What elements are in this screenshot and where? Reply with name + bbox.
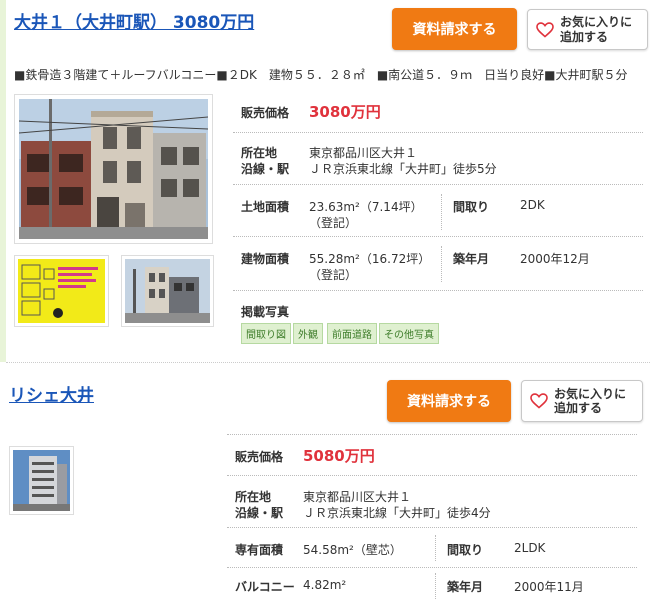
- location-value: 東京都品川区大井１: [303, 490, 412, 504]
- add-favorite-label: お気に入りに 追加する: [554, 386, 627, 415]
- listing-accent-bar: [0, 0, 6, 362]
- listing-title-link[interactable]: 大井１（大井町駅） 3080万円: [14, 8, 254, 33]
- photo-tag-front-road[interactable]: 前面道路: [327, 323, 377, 344]
- building-area-label: 建物面積: [241, 252, 290, 266]
- listing-card: 大井１（大井町駅） 3080万円 資料請求する お気に入りに 追加する ■鉄骨造…: [0, 0, 658, 362]
- balcony-value: 4.82m²: [303, 578, 347, 592]
- floor-plan-thumbnail[interactable]: [14, 255, 109, 327]
- row-divider: [233, 236, 643, 237]
- column-divider: [441, 246, 442, 282]
- location-label: 所在地: [235, 490, 272, 504]
- layout-value: 2DK: [520, 198, 545, 212]
- price-label: 販売価格: [235, 450, 284, 464]
- add-favorite-button[interactable]: お気に入りに 追加する: [521, 380, 643, 422]
- land-area-value: 23.63m²（7.14坪）: [309, 200, 423, 214]
- building-area-value: 55.28m²（16.72坪）: [309, 252, 431, 266]
- layout-label: 間取り: [453, 200, 490, 214]
- property-photo-exterior[interactable]: [14, 94, 213, 244]
- exclusive-area-label: 専有面積: [235, 543, 284, 557]
- exclusive-area-value: 54.58m²（壁芯）: [303, 543, 402, 557]
- line-value: ＪＲ京浜東北線「大井町」徒歩5分: [309, 162, 497, 176]
- column-divider: [435, 573, 436, 599]
- column-divider: [435, 535, 436, 561]
- photos-label: 掲載写真: [241, 305, 290, 319]
- floor-plan-image: [18, 259, 105, 323]
- heart-icon: [536, 21, 554, 38]
- built-value: 2000年12月: [520, 252, 590, 266]
- request-info-button[interactable]: 資料請求する: [387, 380, 511, 422]
- price-label: 販売価格: [241, 106, 290, 120]
- row-divider: [227, 475, 637, 476]
- balcony-label: バルコニー: [235, 580, 295, 594]
- add-favorite-label: お気に入りに 追加する: [560, 15, 633, 44]
- add-favorite-button[interactable]: お気に入りに 追加する: [527, 9, 648, 50]
- heart-icon: [530, 393, 548, 409]
- request-info-label: 資料請求する: [407, 394, 491, 410]
- price-value: 3080万円: [309, 103, 381, 121]
- line-label: 沿線・駅: [241, 162, 290, 176]
- building-exterior-image: [18, 99, 209, 239]
- built-label: 築年月: [453, 252, 490, 266]
- building-area-note: （登記）: [309, 268, 358, 282]
- land-area-note: （登記）: [309, 216, 358, 230]
- photo-tag-floor-plan[interactable]: 間取り図: [241, 323, 291, 344]
- street-view-image: [125, 259, 210, 323]
- price-value: 5080万円: [303, 447, 375, 465]
- row-divider: [233, 290, 643, 291]
- listing-card: リシェ大井 資料請求する お気に入りに 追加する 販売価格 5080万円 所在地…: [0, 363, 658, 600]
- listing-title-link[interactable]: リシェ大井: [9, 381, 94, 406]
- location-label: 所在地: [241, 146, 278, 160]
- built-label: 築年月: [447, 580, 484, 594]
- photo-tag-exterior[interactable]: 外観: [293, 323, 323, 344]
- listing-summary: ■鉄骨造３階建て＋ルーフバルコニー■２DK 建物５５．２８㎡ ■南公道５．９ｍ …: [14, 68, 628, 82]
- layout-label: 間取り: [447, 543, 484, 557]
- street-view-thumbnail[interactable]: [121, 255, 214, 327]
- land-area-label: 土地面積: [241, 200, 290, 214]
- row-divider: [233, 184, 643, 185]
- layout-value: 2LDK: [514, 541, 546, 555]
- photo-tag-other[interactable]: その他写真: [379, 323, 439, 344]
- row-divider: [227, 527, 637, 528]
- column-divider: [441, 194, 442, 230]
- building-exterior-image: [13, 450, 70, 511]
- row-divider: [233, 132, 643, 133]
- request-info-label: 資料請求する: [412, 22, 497, 38]
- line-label: 沿線・駅: [235, 506, 284, 520]
- line-value: ＪＲ京浜東北線「大井町」徒歩4分: [303, 506, 491, 520]
- built-value: 2000年11月: [514, 580, 584, 594]
- row-divider: [227, 567, 637, 568]
- row-divider: [227, 434, 637, 435]
- location-value: 東京都品川区大井１: [309, 146, 418, 160]
- property-photo-exterior[interactable]: [9, 446, 74, 515]
- request-info-button[interactable]: 資料請求する: [392, 8, 517, 50]
